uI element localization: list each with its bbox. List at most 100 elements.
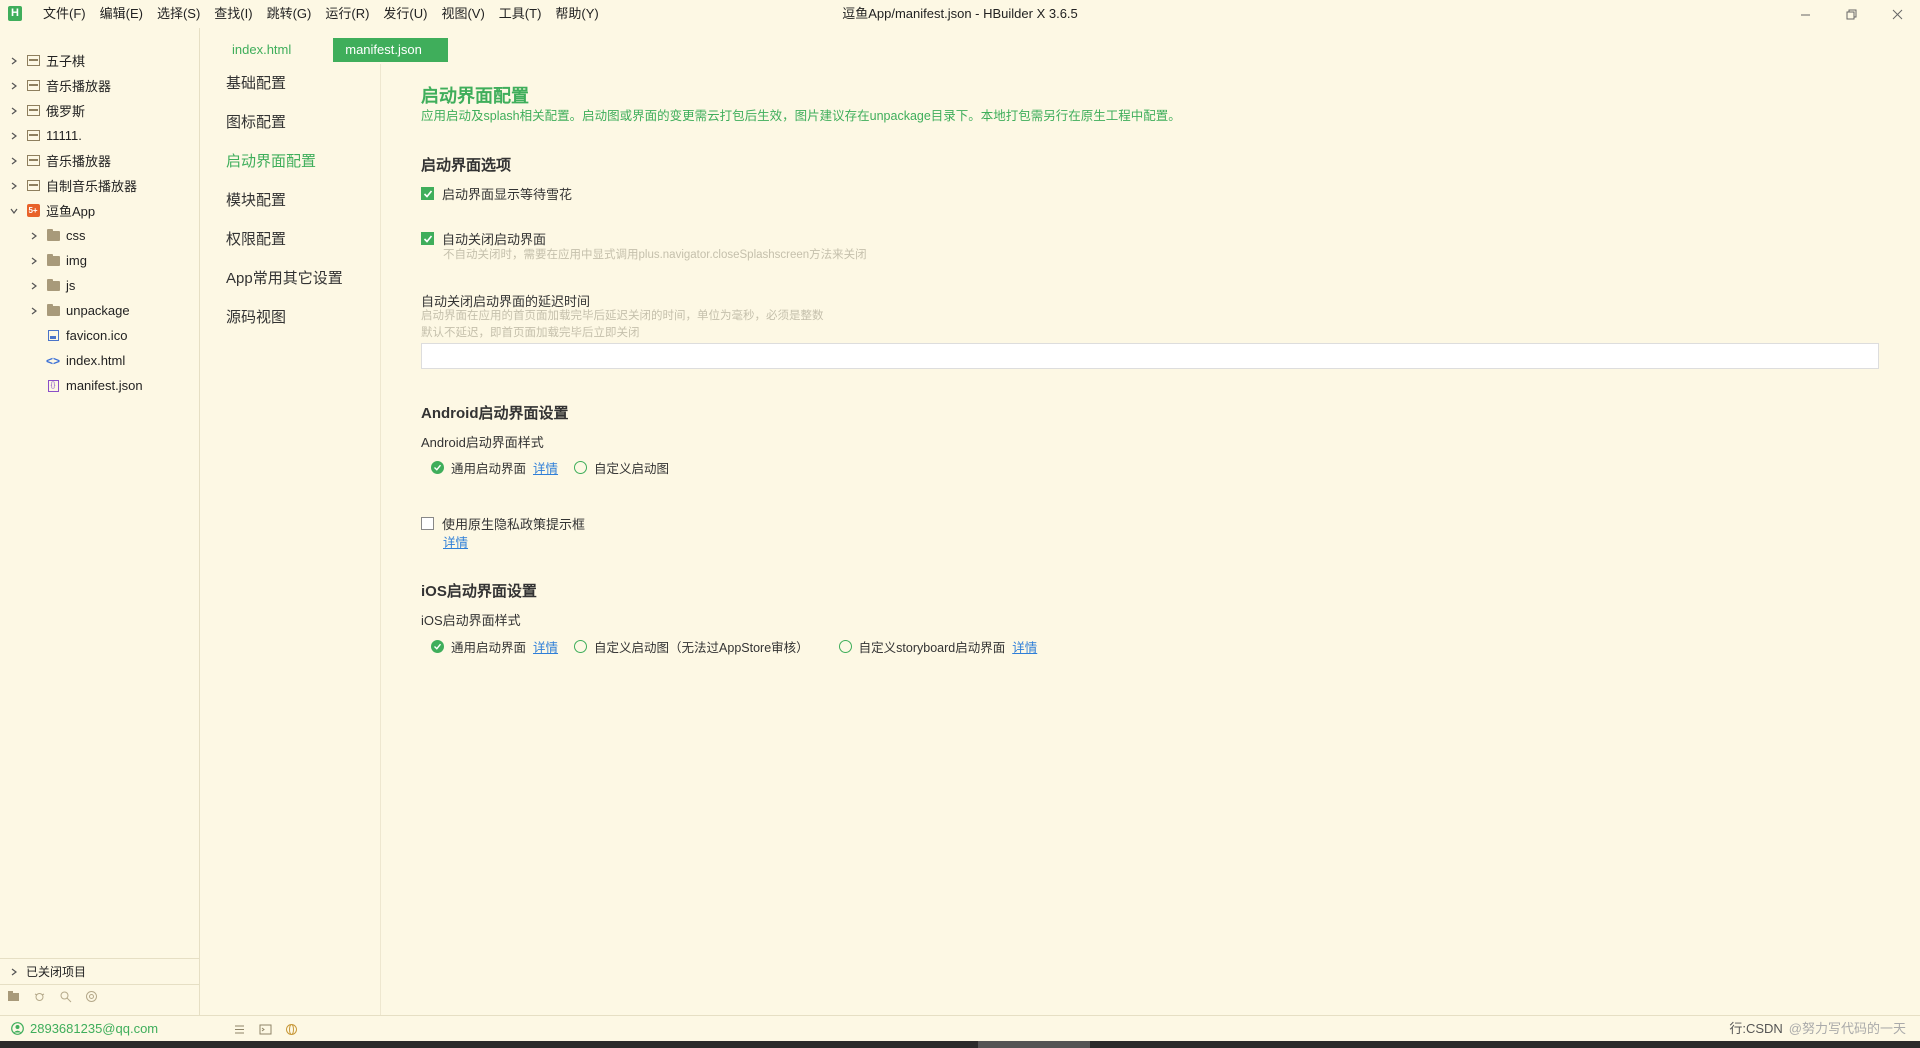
ios-storyboard-detail-link[interactable]: 详情 [1012, 637, 1037, 656]
tree-item-img[interactable]: img [0, 248, 199, 273]
native-privacy-checkbox[interactable] [421, 517, 434, 530]
user-account-icon [11, 1022, 24, 1035]
minimize-button[interactable] [1782, 0, 1828, 28]
manifest-config-nav: 基础配置 图标配置 启动界面配置 模块配置 权限配置 App常用其它设置 源码视… [200, 64, 381, 1015]
nav-source-view[interactable]: 源码视图 [200, 298, 380, 337]
plugin-icon[interactable] [84, 989, 98, 1003]
image-file-icon [47, 330, 59, 341]
tree-item-11111[interactable]: 11111. [0, 123, 199, 148]
chevron-right-icon[interactable] [28, 305, 40, 317]
debug-icon[interactable] [32, 989, 46, 1003]
waiting-snowflake-checkbox[interactable] [421, 187, 434, 200]
native-privacy-option[interactable]: 使用原生隐私政策提示框 [421, 514, 585, 533]
ios-custom-image-radio[interactable] [574, 640, 588, 653]
splash-config-panel: 启动界面配置 应用启动及splash相关配置。启动图或界面的变更需云打包后生效，… [421, 84, 1881, 655]
nav-icon-config[interactable]: 图标配置 [200, 103, 380, 142]
tab-manifest-json[interactable]: manifest.json [333, 38, 448, 62]
android-custom-radio[interactable] [574, 461, 588, 474]
tree-item-custom-music-player[interactable]: 自制音乐播放器 [0, 173, 199, 198]
project-sidebar: 五子棋 音乐播放器 俄罗斯 11111. 音乐播放器 自制音乐播放器 5+ 逗鱼… [0, 28, 200, 1015]
tree-item-douyu-app[interactable]: 5+ 逗鱼App [0, 198, 199, 223]
restore-button[interactable] [1828, 0, 1874, 28]
json-file-icon: {} [47, 379, 59, 392]
project-manager-icon[interactable] [6, 989, 20, 1003]
tree-item-tetris[interactable]: 俄罗斯 [0, 98, 199, 123]
checkmark-icon [423, 189, 432, 198]
tree-item-label: js [66, 278, 76, 293]
native-privacy-label: 使用原生隐私政策提示框 [442, 517, 586, 532]
nav-app-other-settings[interactable]: App常用其它设置 [200, 259, 380, 298]
page-description: 应用启动及splash相关配置。启动图或界面的变更需云打包后生效，图片建议存在u… [421, 109, 1181, 123]
tree-item-index-html[interactable]: <> index.html [0, 348, 199, 373]
nav-permission-config[interactable]: 权限配置 [200, 220, 380, 259]
project-tree: 五子棋 音乐播放器 俄罗斯 11111. 音乐播放器 自制音乐播放器 5+ 逗鱼… [0, 48, 199, 398]
auto-close-checkbox[interactable] [421, 232, 434, 245]
menu-run[interactable]: 运行(R) [318, 0, 376, 28]
auto-close-hint: 不自动关闭时，需要在应用中显式调用plus.navigator.closeSpl… [443, 249, 867, 261]
waiting-snowflake-option[interactable]: 启动界面显示等待雪花 [421, 184, 572, 203]
tree-item-manifest-json[interactable]: {} manifest.json [0, 373, 199, 398]
menu-select[interactable]: 选择(S) [150, 0, 207, 28]
tree-item-label: 音乐播放器 [46, 154, 112, 169]
chevron-down-icon[interactable] [8, 205, 20, 217]
chevron-right-icon[interactable] [28, 230, 40, 242]
nav-module-config[interactable]: 模块配置 [200, 181, 380, 220]
tree-item-label: 五子棋 [46, 54, 86, 69]
tree-item-music-player-2[interactable]: 音乐播放器 [0, 148, 199, 173]
folder-icon [46, 228, 60, 241]
chevron-right-icon[interactable] [8, 80, 20, 92]
menu-goto[interactable]: 跳转(G) [260, 0, 319, 28]
tree-item-wuziqi[interactable]: 五子棋 [0, 48, 199, 73]
nav-basic-config[interactable]: 基础配置 [200, 64, 380, 103]
nav-splash-config[interactable]: 启动界面配置 [200, 142, 380, 181]
chevron-right-icon[interactable] [8, 180, 20, 192]
chevron-right-icon[interactable] [28, 255, 40, 267]
android-custom-label: 自定义启动图 [594, 462, 670, 476]
folder-icon [46, 253, 60, 266]
privacy-detail-link[interactable]: 详情 [443, 536, 468, 550]
search-icon[interactable] [58, 989, 72, 1003]
tree-item-label: 自制音乐播放器 [46, 179, 138, 194]
ios-general-detail-link[interactable]: 详情 [533, 637, 558, 656]
chevron-right-icon[interactable] [8, 155, 20, 167]
list-icon[interactable] [232, 1022, 246, 1036]
project-folder-icon [26, 155, 40, 166]
menu-find[interactable]: 查找(I) [207, 0, 259, 28]
watermark-text: @努力写代码的一天 [1788, 1021, 1906, 1036]
ios-general-radio[interactable] [431, 640, 444, 653]
window-title: 逗鱼App/manifest.json - HBuilder X 3.6.5 [842, 6, 1078, 21]
menu-edit[interactable]: 编辑(E) [93, 0, 150, 28]
chevron-right-icon[interactable] [8, 55, 20, 67]
chevron-right-icon[interactable] [28, 280, 40, 292]
delay-input[interactable] [421, 343, 1879, 369]
menu-tools[interactable]: 工具(T) [492, 0, 549, 28]
tree-item-label: 11111. [46, 128, 82, 143]
terminal-icon[interactable] [258, 1022, 272, 1036]
tab-index-html[interactable]: index.html [220, 38, 303, 62]
closed-projects[interactable]: 已关闭项目 [0, 959, 199, 984]
menu-file[interactable]: 文件(F) [36, 0, 93, 28]
menu-view[interactable]: 视图(V) [434, 0, 491, 28]
tree-item-music-player[interactable]: 音乐播放器 [0, 73, 199, 98]
menu-publish[interactable]: 发行(U) [376, 0, 434, 28]
tree-item-js[interactable]: js [0, 273, 199, 298]
tree-item-favicon[interactable]: favicon.ico [0, 323, 199, 348]
menu-help[interactable]: 帮助(Y) [548, 0, 605, 28]
auto-close-option[interactable]: 自动关闭启动界面 [421, 229, 546, 248]
android-general-radio[interactable] [431, 461, 444, 474]
chevron-right-icon[interactable] [8, 130, 20, 142]
html-file-icon: <> [46, 353, 61, 368]
android-general-detail-link[interactable]: 详情 [533, 458, 558, 477]
account-email[interactable]: 2893681235@qq.com [30, 1016, 158, 1042]
ios-storyboard-radio[interactable] [838, 640, 852, 653]
project-folder-icon [26, 180, 40, 191]
tree-item-unpackage[interactable]: unpackage [0, 298, 199, 323]
uniapp-project-icon: 5+ [26, 204, 40, 217]
close-button[interactable] [1874, 0, 1920, 28]
tree-item-label: manifest.json [66, 378, 143, 393]
title-bar: H 文件(F) 编辑(E) 选择(S) 查找(I) 跳转(G) 运行(R) 发行… [0, 0, 1920, 28]
chevron-right-icon[interactable] [8, 105, 20, 117]
tree-item-css[interactable]: css [0, 223, 199, 248]
checkmark-icon [423, 234, 432, 243]
globe-icon[interactable] [284, 1022, 298, 1036]
